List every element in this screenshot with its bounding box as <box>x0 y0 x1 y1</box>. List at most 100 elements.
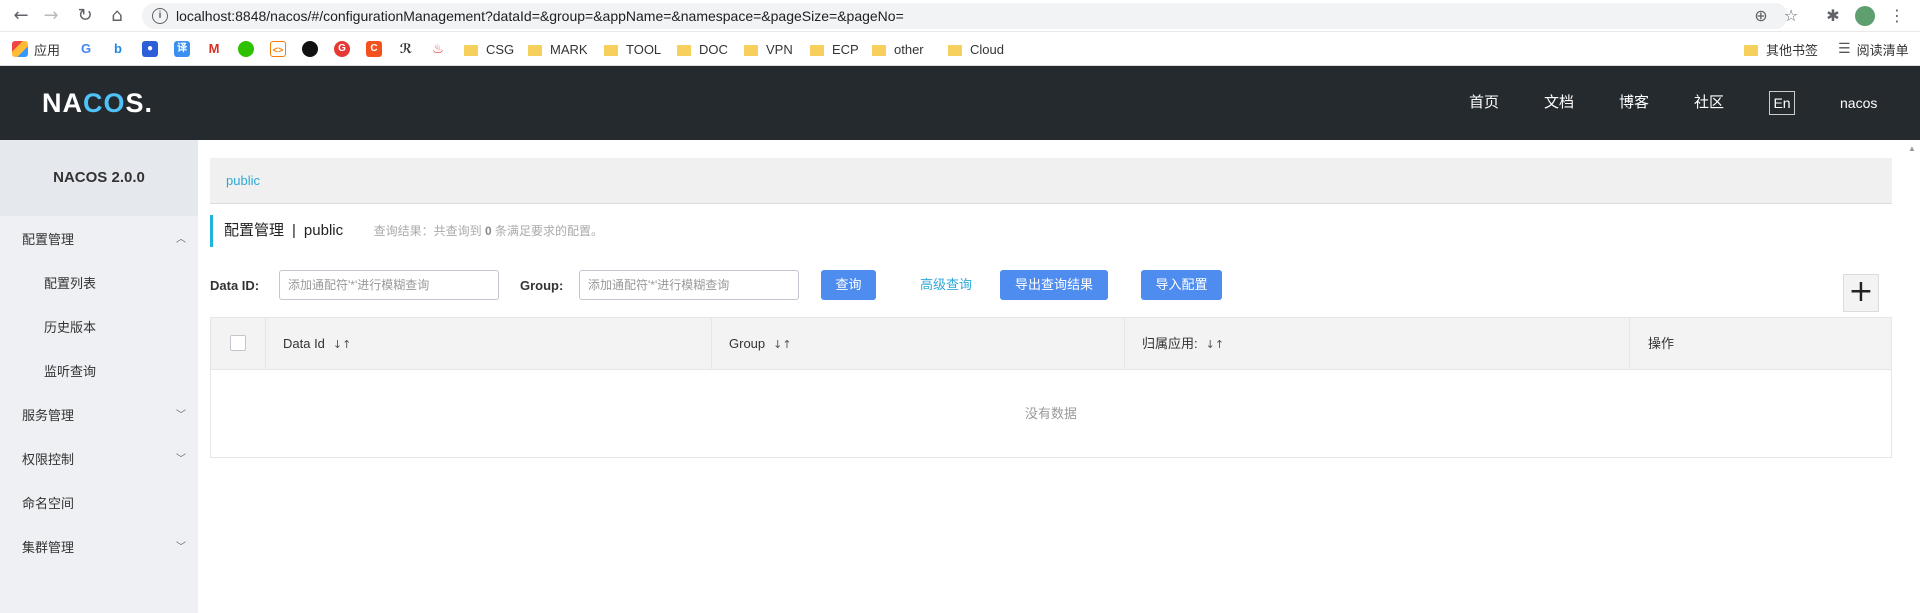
column-label: 归属应用: <box>1142 336 1198 351</box>
config-table: Data Id ↓↑ Group ↓↑ 归属应用: ↓↑ 操作 没有数据 <box>210 317 1892 458</box>
bing-icon: b <box>110 41 126 57</box>
bookmark-folder-ecp[interactable]: ECP <box>810 39 859 59</box>
fire-icon: ♨ <box>430 41 446 57</box>
sort-icon[interactable]: ↓↑ <box>1206 338 1224 351</box>
sidebar-item-listener-query[interactable]: 监听查询 <box>0 350 198 394</box>
nav-community[interactable]: 社区 <box>1694 66 1724 140</box>
page-title-namespace: public <box>303 222 344 239</box>
home-icon[interactable]: ⌂ <box>106 5 128 27</box>
bookmark-label: VPN <box>766 41 793 57</box>
language-toggle[interactable]: En <box>1769 91 1795 115</box>
bookmark-glyph[interactable]: ℛ <box>398 39 420 59</box>
scrollbar-up-arrow[interactable]: ▲ <box>1908 144 1918 154</box>
url-text[interactable]: localhost:8848/nacos/#/configurationMana… <box>176 3 904 29</box>
bookmark-bing[interactable]: b <box>110 39 132 59</box>
bookmark-code[interactable]: <> <box>270 39 292 59</box>
reading-list[interactable]: ☰ 阅读清单 <box>1838 39 1909 59</box>
reading-list-label: 阅读清单 <box>1856 42 1909 58</box>
address-bar[interactable]: i localhost:8848/nacos/#/configurationMa… <box>142 3 1798 29</box>
sidebar-item-history[interactable]: 历史版本 <box>0 306 198 350</box>
page-title: 配置管理 | public 查询结果：共查询到 0 条满足要求的配置。 <box>210 215 603 247</box>
nav-docs[interactable]: 文档 <box>1544 66 1574 140</box>
sort-icon[interactable]: ↓↑ <box>333 338 351 351</box>
extensions-icon[interactable]: ✱ <box>1822 5 1844 27</box>
export-results-button[interactable]: 导出查询结果 <box>1000 270 1108 300</box>
sidebar-item-access-control[interactable]: 权限控制 ﹀ <box>0 438 198 482</box>
bookmark-folder-mark[interactable]: MARK <box>528 39 588 59</box>
column-group[interactable]: Group ↓↑ <box>729 318 792 370</box>
namespace-tab-public[interactable]: public <box>226 158 260 204</box>
sidebar-item-config-management[interactable]: 配置管理 ︿ <box>0 218 198 262</box>
forward-icon[interactable]: → <box>40 5 62 27</box>
other-bookmarks[interactable]: 其他书签 <box>1744 39 1818 59</box>
nav-home[interactable]: 首页 <box>1469 66 1499 140</box>
nav-blog[interactable]: 博客 <box>1619 66 1649 140</box>
advanced-query-link[interactable]: 高级查询 <box>920 270 972 300</box>
bookmark-folder-csg[interactable]: CSG <box>464 39 514 59</box>
user-name[interactable]: nacos <box>1840 66 1877 140</box>
menu-kebab-icon[interactable]: ⋮ <box>1886 5 1908 27</box>
back-icon[interactable]: ← <box>10 5 32 27</box>
code-icon: <> <box>270 41 286 57</box>
table-empty-state: 没有数据 <box>1024 406 1077 421</box>
zoom-icon[interactable]: ⊕ <box>1750 5 1772 27</box>
bookmark-wechat[interactable] <box>238 39 260 59</box>
bookmark-star-icon[interactable]: ☆ <box>1780 5 1802 27</box>
column-data-id[interactable]: Data Id ↓↑ <box>283 318 351 370</box>
sidebar-item-label: 监听查询 <box>44 364 97 379</box>
bookmark-label: DOC <box>699 41 728 57</box>
column-divider <box>1124 318 1125 370</box>
add-config-button[interactable]: + <box>1843 274 1879 312</box>
folder-icon <box>948 44 962 56</box>
bookmark-google[interactable]: G <box>78 39 100 59</box>
result-prefix: 查询结果：共查询到 <box>373 224 482 238</box>
translate-icon: 译 <box>174 41 190 57</box>
sidebar-item-label: 历史版本 <box>44 320 97 335</box>
bookmark-translate[interactable]: 译 <box>174 39 196 59</box>
bookmark-apps[interactable]: 应用 <box>12 39 60 59</box>
bookmark-g-red[interactable]: G <box>334 39 356 59</box>
sidebar-item-config-list[interactable]: 配置列表 <box>0 262 198 306</box>
bookmark-gmail[interactable]: M <box>206 39 228 59</box>
bookmark-label: ECP <box>832 41 859 57</box>
bookmark-label: 应用 <box>34 42 61 58</box>
bookmark-folder-doc[interactable]: DOC <box>677 39 728 59</box>
reading-list-icon: ☰ <box>1838 41 1851 57</box>
column-divider <box>1629 318 1630 370</box>
sidebar-item-label: 配置列表 <box>44 276 97 291</box>
sort-icon[interactable]: ↓↑ <box>773 338 791 351</box>
bookmark-fire[interactable]: ♨ <box>430 39 452 59</box>
group-input[interactable]: 添加通配符'*'进行模糊查询 <box>579 270 799 300</box>
column-divider <box>711 318 712 370</box>
bookmark-csdn[interactable]: C <box>366 39 388 59</box>
apps-grid-icon <box>12 41 28 57</box>
folder-icon <box>464 44 478 56</box>
sidebar-item-namespace[interactable]: 命名空间 <box>0 482 198 526</box>
bookmark-folder-vpn[interactable]: VPN <box>744 39 793 59</box>
select-all-checkbox[interactable] <box>230 335 246 351</box>
sidebar-item-service-management[interactable]: 服务管理 ﹀ <box>0 394 198 438</box>
page-title-text: 配置管理 <box>224 222 285 239</box>
dataid-input[interactable]: 添加通配符'*'进行模糊查询 <box>279 270 499 300</box>
dataid-label: Data ID: <box>210 278 260 293</box>
result-count: 0 <box>484 224 492 238</box>
column-label: Data Id <box>283 336 325 351</box>
bookmark-baidu[interactable]: ● <box>142 39 164 59</box>
bookmark-folder-tool[interactable]: TOOL <box>604 39 661 59</box>
column-app[interactable]: 归属应用: ↓↑ <box>1142 318 1224 370</box>
logo-text: S. <box>125 88 154 118</box>
sidebar-item-cluster-management[interactable]: 集群管理 ﹀ <box>0 526 198 570</box>
reload-icon[interactable]: ↻ <box>74 5 96 27</box>
logo-text-accent: CO <box>83 88 126 118</box>
query-button[interactable]: 查询 <box>821 270 876 300</box>
nacos-logo[interactable]: NACOS. <box>42 88 153 119</box>
bookmark-github[interactable] <box>302 39 324 59</box>
wechat-icon <box>238 41 254 57</box>
site-info-icon[interactable]: i <box>152 8 168 24</box>
sidebar: NACOS 2.0.0 配置管理 ︿ 配置列表 历史版本 监听查询 服务管理 ﹀… <box>0 140 198 613</box>
profile-avatar[interactable] <box>1855 6 1875 26</box>
folder-icon <box>528 44 542 56</box>
bookmark-folder-other[interactable]: other <box>872 39 924 59</box>
import-config-button[interactable]: 导入配置 <box>1141 270 1222 300</box>
bookmark-folder-cloud[interactable]: Cloud <box>948 39 1004 59</box>
